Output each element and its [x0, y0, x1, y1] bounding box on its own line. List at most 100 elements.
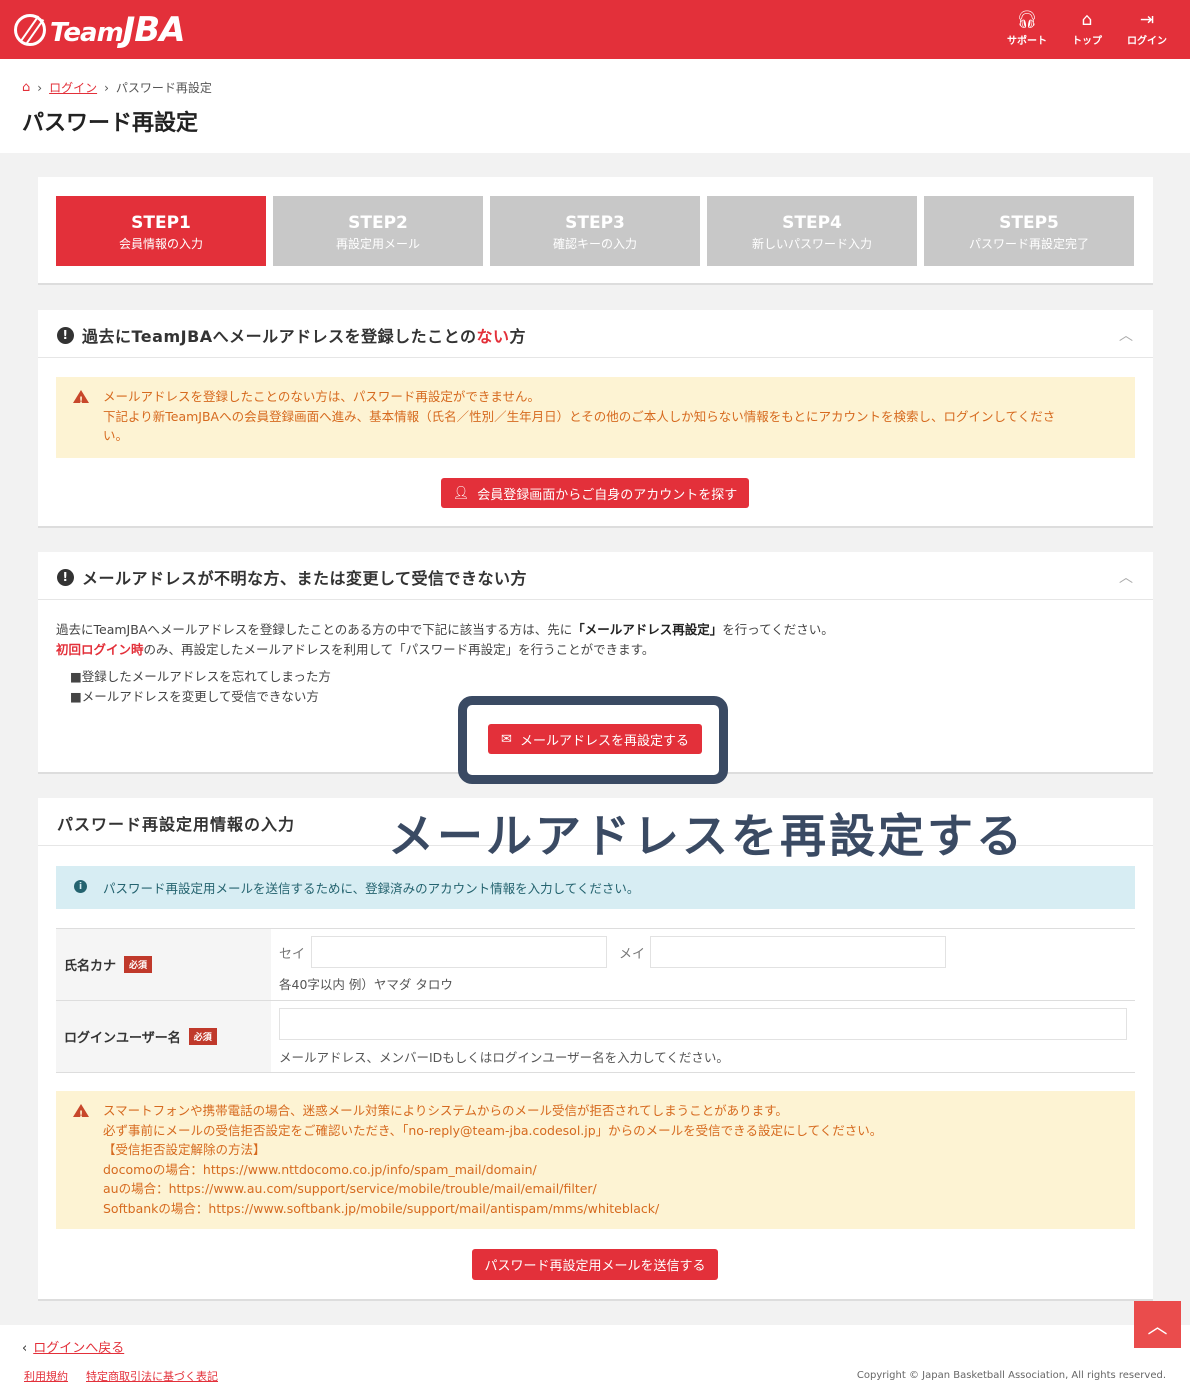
warning-line: 必ず事前にメールの受信拒否設定をご確認いただき、「no-reply@team-j… — [103, 1122, 883, 1138]
kana-label-text: 氏名カナ — [64, 959, 117, 974]
find-account-button[interactable]: 👤︎ 会員登録画面からご自身のアカウントを探す — [441, 478, 749, 508]
sei-label: セイ — [279, 947, 306, 962]
password-reset-form-section: パスワード再設定用情報の入力 i パスワード再設定用メールを送信するために、登録… — [38, 798, 1153, 1301]
warning-line: 【受信拒否設定解除の方法】 — [103, 1142, 266, 1157]
copyright: Copyright © Japan Basketball Association… — [856, 1370, 1166, 1381]
title-text: メールアドレスが不明な方、または変更して受信できない方 — [82, 569, 528, 588]
required-badge: 必須 — [188, 1028, 217, 1045]
headset-icon: 🎧︎ — [1016, 10, 1038, 30]
title-emphasis: ない — [476, 327, 510, 346]
legal-notice-link[interactable]: 特定商取引法に基づく表記 — [86, 1368, 218, 1384]
step-2: STEP2 再設定用メール — [273, 196, 483, 266]
warning-line: い。 — [103, 428, 129, 443]
chevron-left-icon: ‹ — [22, 1341, 28, 1356]
nav-top[interactable]: ⌂ トップ — [1066, 10, 1108, 47]
required-badge: 必須 — [124, 956, 153, 973]
form-table: 氏名カナ 必須 セイ メイ 各40字以内 例）ヤマダ タロウ ログインユーザー名… — [56, 928, 1135, 1073]
send-reset-mail-button[interactable]: パスワード再設定用メールを送信する — [472, 1249, 718, 1280]
breadcrumb: ⌂ › ログイン › パスワード再設定 — [22, 79, 212, 96]
nav-login[interactable]: ⇥ ログイン — [1126, 10, 1168, 47]
mail-filter-warning: スマートフォンや携帯電話の場合、迷惑メール対策によりシステムからのメール受信が拒… — [56, 1091, 1135, 1229]
step-3-label: 確認キーの入力 — [552, 237, 637, 251]
footer: ‹ ログインへ戻る 利用規約 特定商取引法に基づく表記 Copyright © J… — [0, 1325, 1190, 1394]
reset-email-button-label: メールアドレスを再設定する — [519, 733, 689, 749]
no-email-section-title: ! 過去にTeamJBAへメールアドレスを登録したことのない方 — [57, 323, 526, 347]
username-fields: メールアドレス、メンバーIDもしくはログインユーザー名を入力してください。 — [279, 1001, 1135, 1072]
breadcrumb-current: パスワード再設定 — [115, 81, 212, 95]
unknown-email-section: ! メールアドレスが不明な方、または変更して受信できない方 ︿ 過去にTeamJ… — [38, 552, 1153, 784]
step-3-title: STEP3 — [565, 213, 625, 233]
find-account-button-label: 会員登録画面からご自身のアカウントを探す — [477, 487, 738, 503]
step-progress: STEP1 会員情報の入力 STEP2 再設定用メール STEP3 確認キーの入… — [38, 177, 1153, 285]
username-label-text: ログインユーザー名 — [64, 1031, 181, 1046]
warning-line: メールアドレスを登録したことのない方は、パスワード再設定ができません。 — [103, 389, 541, 404]
nav-support-label: サポート — [1007, 36, 1047, 47]
softbank-link[interactable]: Softbankの場合：https://www.softbank.jp/mobi… — [103, 1199, 1115, 1219]
kana-fields: セイ メイ 各40字以内 例）ヤマダ タロウ — [279, 929, 1135, 1000]
back-to-top-button[interactable]: ︿ — [1134, 1301, 1181, 1348]
step-2-title: STEP2 — [348, 213, 408, 233]
no-email-warning: メールアドレスを登録したことのない方は、パスワード再設定ができません。 下記より… — [56, 377, 1135, 458]
kana-label: 氏名カナ 必須 — [56, 929, 271, 1000]
team-jba-logo[interactable]: TeamJBA — [14, 10, 186, 50]
footer-links: 利用規約 特定商取引法に基づく表記 — [24, 1368, 218, 1384]
add-user-icon: 👤︎ — [452, 485, 470, 501]
sei-input[interactable] — [311, 936, 607, 968]
list-item: ■登録したメールアドレスを忘れてしまった方 — [70, 669, 331, 684]
terms-link[interactable]: 利用規約 — [24, 1368, 68, 1384]
back-to-login-link[interactable]: ‹ ログインへ戻る — [22, 1337, 124, 1356]
description-text: のみ、再設定したメールアドレスを利用して「パスワード再設定」を行うことができます… — [143, 641, 655, 657]
warning-line: スマートフォンや携帯電話の場合、迷惑メール対策によりシステムからのメール受信が拒… — [103, 1103, 788, 1118]
chevron-up-icon[interactable]: ︿ — [1119, 325, 1133, 345]
no-email-section-header[interactable]: ! 過去にTeamJBAへメールアドレスを登録したことのない方 ︿ — [38, 310, 1153, 358]
page-title: パスワード再設定 — [22, 111, 199, 136]
login-icon: ⇥ — [1139, 10, 1155, 30]
no-email-section: ! 過去にTeamJBAへメールアドレスを登録したことのない方 ︿ メールアドレ… — [38, 310, 1153, 528]
nav-login-label: ログイン — [1127, 36, 1167, 47]
username-label: ログインユーザー名 必須 — [56, 1001, 271, 1072]
kana-hint: 各40字以内 例）ヤマダ タロウ — [279, 977, 453, 992]
logo-text: TeamJBA — [50, 10, 186, 50]
breadcrumb-separator: › — [104, 80, 109, 95]
reset-email-button[interactable]: ✉ メールアドレスを再設定する — [488, 724, 702, 754]
title-suffix: 方 — [509, 327, 527, 346]
mei-label: メイ — [619, 947, 646, 962]
top-bar: TeamJBA 🎧︎ サポート ⌂ トップ ⇥ ログイン — [0, 0, 1190, 59]
description-text: 過去にTeamJBAへメールアドレスを登録したことのある方の中で下記に該当する方… — [56, 622, 573, 637]
chevron-up-icon: ︿ — [1147, 1314, 1168, 1338]
basketball-icon — [14, 14, 46, 46]
form-section-title: パスワード再設定用情報の入力 — [57, 815, 296, 834]
description-bold: 「メールアドレス再設定」 — [572, 622, 723, 637]
step-5-title: STEP5 — [999, 213, 1059, 233]
chevron-up-icon[interactable]: ︿ — [1119, 567, 1133, 587]
envelope-icon: ✉ — [501, 731, 512, 747]
warning-icon — [73, 390, 89, 412]
username-row: ログインユーザー名 必須 メールアドレス、メンバーIDもしくはログインユーザー名… — [56, 1001, 1135, 1073]
breadcrumb-login-link[interactable]: ログイン — [49, 79, 97, 96]
step-5: STEP5 パスワード再設定完了 — [924, 196, 1134, 266]
page-header: ⌂ › ログイン › パスワード再設定 パスワード再設定 — [0, 59, 1190, 153]
step-4-title: STEP4 — [782, 213, 842, 233]
warning-line: 下記より新TeamJBAへの会員登録画面へ進み、基本情報（氏名／性別／生年月日）… — [103, 408, 1056, 424]
step-1-title: STEP1 — [131, 213, 191, 233]
step-4: STEP4 新しいパスワード入力 — [707, 196, 917, 266]
send-reset-mail-button-label: パスワード再設定用メールを送信する — [484, 1259, 706, 1274]
header-nav: 🎧︎ サポート ⌂ トップ ⇥ ログイン — [1006, 10, 1168, 47]
step-4-label: 新しいパスワード入力 — [751, 237, 872, 251]
step-5-label: パスワード再設定完了 — [968, 237, 1089, 251]
breadcrumb-separator: › — [37, 80, 43, 95]
nav-top-label: トップ — [1072, 36, 1102, 47]
unknown-email-section-header[interactable]: ! メールアドレスが不明な方、または変更して受信できない方 ︿ — [38, 552, 1153, 600]
username-input[interactable] — [279, 1008, 1127, 1040]
back-to-login-label: ログインへ戻る — [33, 1341, 125, 1356]
nav-support[interactable]: 🎧︎ サポート — [1006, 10, 1048, 47]
au-link[interactable]: auの場合：https://www.au.com/support/service… — [103, 1179, 1115, 1199]
docomo-link[interactable]: docomoの場合：https://www.nttdocomo.co.jp/in… — [103, 1160, 1115, 1180]
info-text: パスワード再設定用メールを送信するために、登録済みのアカウント情報を入力してくだ… — [103, 881, 640, 896]
form-info-message: i パスワード再設定用メールを送信するために、登録済みのアカウント情報を入力して… — [56, 866, 1135, 909]
home-icon[interactable]: ⌂ — [22, 80, 30, 95]
mei-input[interactable] — [650, 936, 946, 968]
username-hint: メールアドレス、メンバーIDもしくはログインユーザー名を入力してください。 — [279, 1050, 729, 1065]
first-login-emphasis: 初回ログイン時 — [56, 641, 144, 657]
unknown-email-description: 過去にTeamJBAへメールアドレスを登録したことのある方の中で下記に該当する方… — [56, 620, 834, 659]
